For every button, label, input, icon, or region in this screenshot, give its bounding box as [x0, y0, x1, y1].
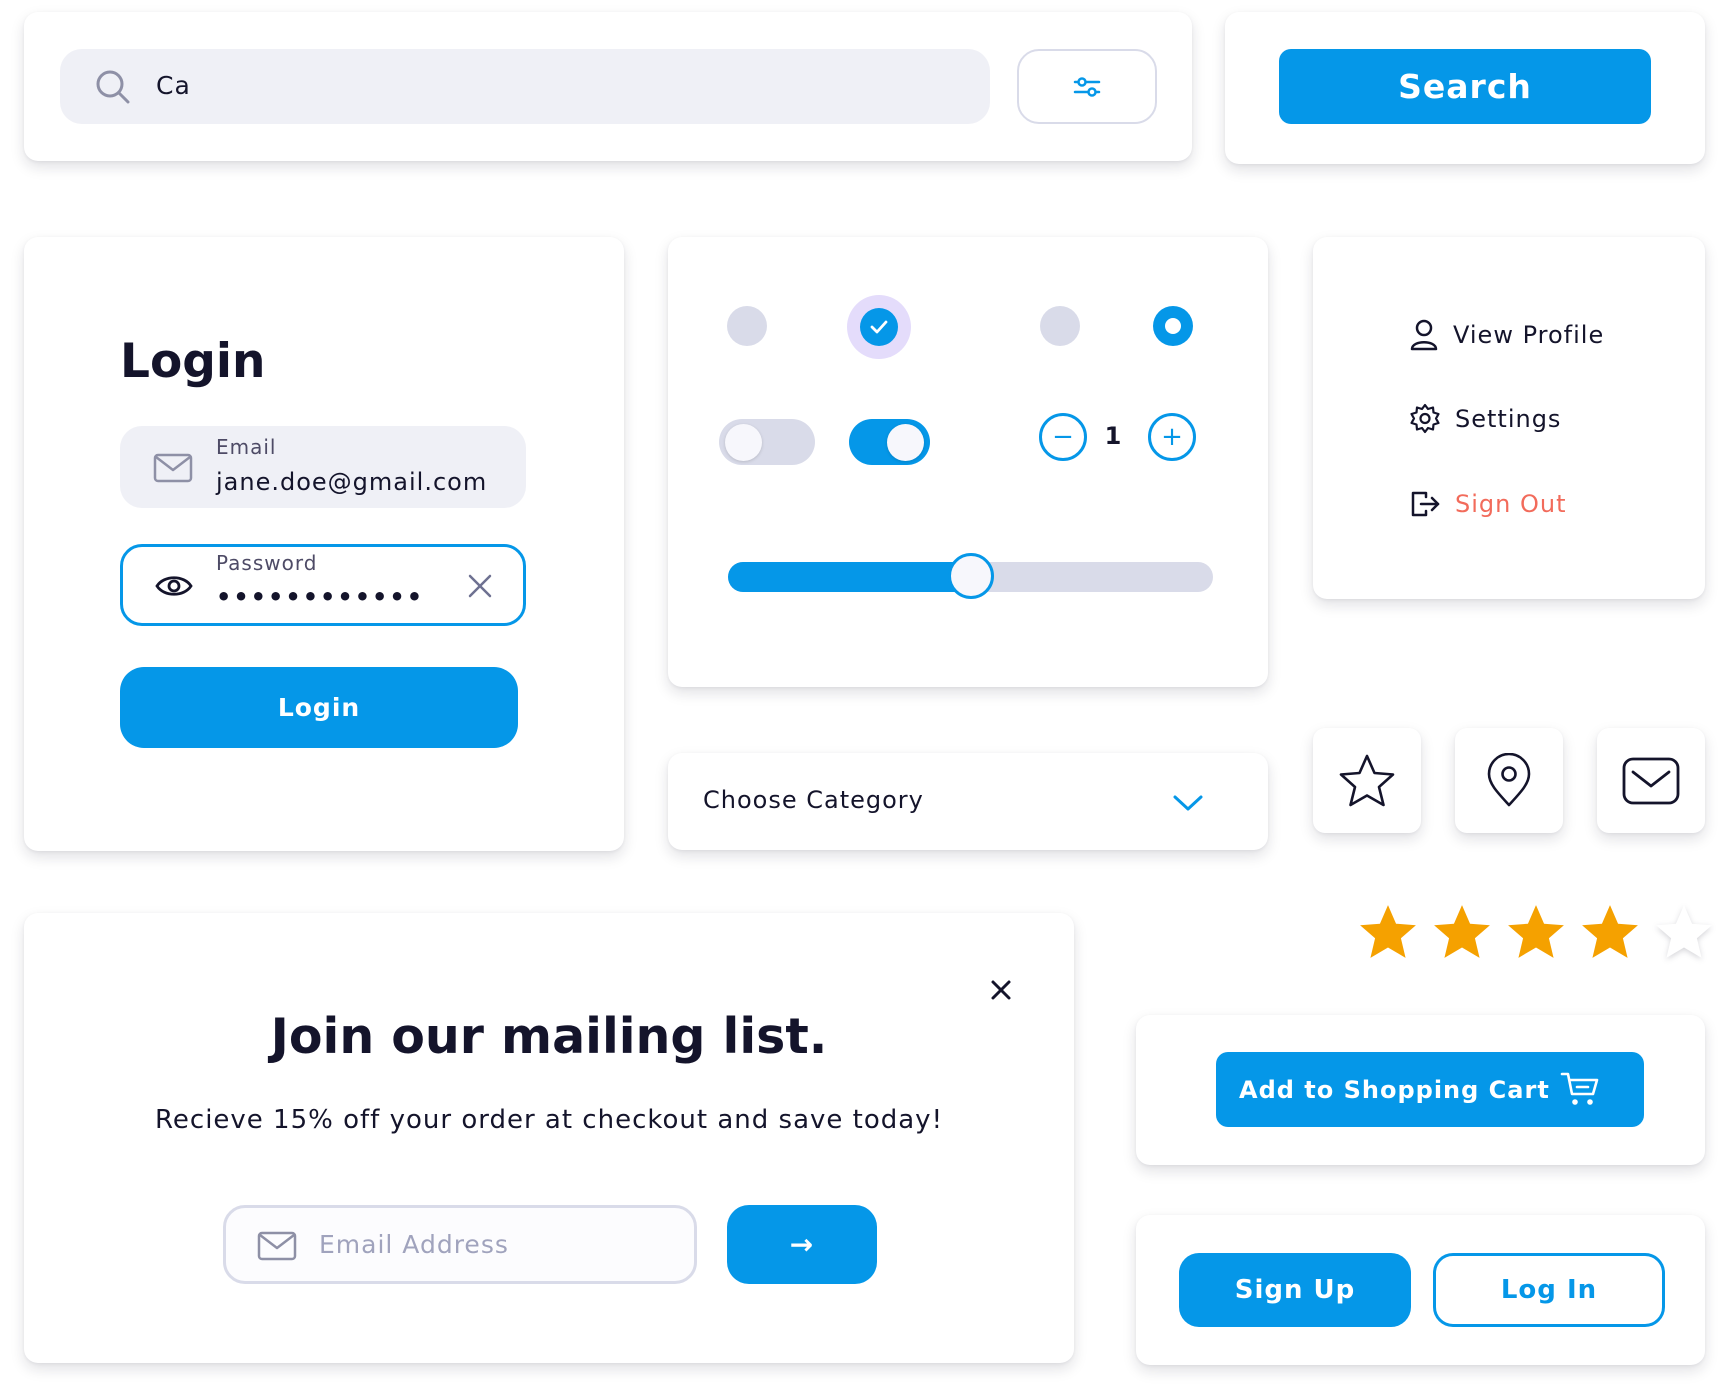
password-label: Password [216, 551, 318, 575]
map-pin-icon [1484, 752, 1534, 809]
email-placeholder: Email Address [319, 1230, 509, 1259]
rating-star-5[interactable] [1653, 902, 1715, 962]
menu-item-label: Sign Out [1455, 490, 1567, 518]
toggle-on[interactable] [849, 419, 930, 465]
add-to-cart-card: Add to Shopping Cart [1136, 1015, 1705, 1165]
search-button[interactable]: Search [1279, 49, 1651, 124]
rating-star-4[interactable] [1579, 902, 1641, 962]
add-to-cart-label: Add to Shopping Cart [1239, 1075, 1550, 1104]
stepper-value: 1 [1104, 422, 1122, 450]
menu-item-view-profile[interactable]: View Profile [1409, 318, 1604, 352]
email-field[interactable]: Email jane.doe@gmail.com [120, 426, 526, 508]
favorite-tile[interactable] [1313, 728, 1421, 833]
password-field[interactable]: Password •••••••••••• [120, 544, 526, 626]
clear-icon[interactable] [467, 573, 493, 599]
sign-out-icon [1409, 488, 1441, 520]
newsletter-email-input[interactable]: Email Address [223, 1205, 697, 1284]
rating-star-2[interactable] [1431, 902, 1493, 962]
gear-icon [1409, 403, 1441, 435]
search-button-card: Search [1225, 12, 1705, 164]
mailing-list-subtitle: Recieve 15% off your order at checkout a… [155, 1105, 943, 1135]
slider-fill [728, 562, 981, 592]
add-to-cart-button[interactable]: Add to Shopping Cart [1216, 1052, 1644, 1127]
star-rating[interactable] [1357, 902, 1712, 962]
location-tile[interactable] [1455, 728, 1563, 833]
sliders-icon [1073, 75, 1101, 99]
mail-icon [153, 453, 193, 483]
menu-item-label: Settings [1455, 405, 1562, 433]
slider-thumb[interactable] [948, 553, 994, 599]
arrow-right-icon: → [789, 1228, 815, 1261]
login-title: Login [120, 334, 266, 389]
menu-item-label: View Profile [1453, 321, 1605, 349]
controls-card: − 1 + [668, 237, 1268, 687]
checkbox-checked[interactable] [847, 295, 911, 359]
profile-menu: View Profile Settings Sign Out [1313, 237, 1705, 599]
radio-selected[interactable] [1153, 306, 1193, 346]
search-bar-card: Ca [24, 12, 1192, 161]
login-button[interactable]: Login [120, 667, 518, 748]
search-icon [94, 68, 132, 106]
cart-icon [1560, 1070, 1600, 1108]
mailing-list-card: Join our mailing list. Recieve 15% off y… [24, 913, 1074, 1363]
email-value: jane.doe@gmail.com [216, 468, 488, 496]
category-dropdown[interactable]: Choose Category [668, 753, 1268, 850]
rating-star-3[interactable] [1505, 902, 1567, 962]
menu-item-settings[interactable]: Settings [1409, 403, 1561, 435]
mail-icon [1621, 756, 1681, 806]
filter-button[interactable] [1017, 49, 1157, 124]
user-icon [1409, 318, 1439, 352]
menu-item-sign-out[interactable]: Sign Out [1409, 488, 1567, 520]
sign-up-button[interactable]: Sign Up [1179, 1253, 1411, 1327]
slider[interactable] [728, 553, 1213, 599]
eye-icon[interactable] [154, 571, 194, 601]
mail-icon [257, 1231, 297, 1261]
rating-star-1[interactable] [1357, 902, 1419, 962]
radio-unchecked[interactable] [727, 306, 767, 346]
chevron-down-icon [1172, 793, 1204, 813]
star-icon [1337, 752, 1397, 810]
email-label: Email [216, 435, 277, 459]
radio-unchecked-2[interactable] [1040, 306, 1080, 346]
toggle-off[interactable] [719, 419, 815, 465]
stepper-plus-button[interactable]: + [1148, 413, 1196, 461]
dropdown-selected: Choose Category [703, 786, 924, 814]
stepper-minus-button[interactable]: − [1039, 413, 1087, 461]
search-query: Ca [156, 71, 191, 100]
login-card: Login Email jane.doe@gmail.com Password … [24, 237, 624, 851]
password-value: •••••••••••• [216, 583, 425, 611]
mailing-list-title: Join our mailing list. [270, 1008, 828, 1065]
newsletter-submit-button[interactable]: → [727, 1205, 877, 1284]
log-in-button[interactable]: Log In [1433, 1253, 1665, 1327]
check-icon [860, 308, 898, 346]
close-icon[interactable] [990, 979, 1012, 1001]
mail-tile[interactable] [1597, 728, 1705, 833]
auth-buttons-card: Sign Up Log In [1136, 1215, 1705, 1365]
search-input[interactable]: Ca [60, 49, 990, 124]
